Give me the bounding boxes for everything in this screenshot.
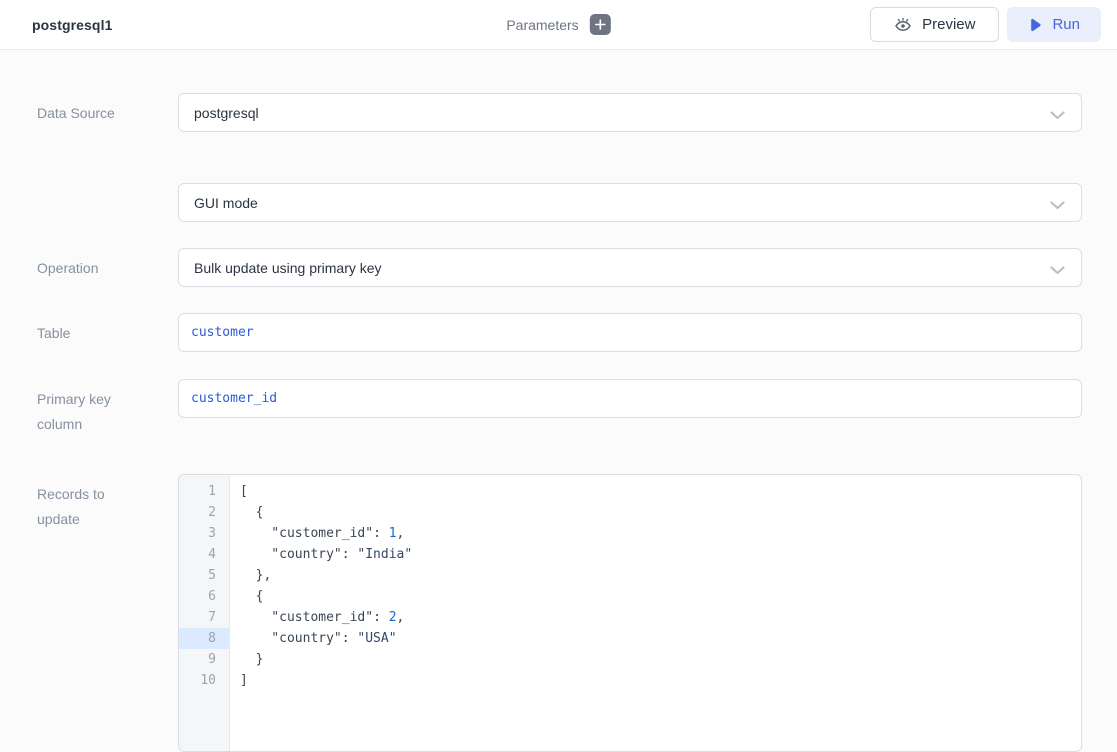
line-number: 3 [179,523,229,544]
code-line: { [240,502,1081,523]
records-row: Records to update 12345678910 [ { "custo… [37,474,1082,752]
data-source-label: Data Source [37,93,178,132]
code-line: "country": "USA" [240,628,1081,649]
header-actions: Preview Run [870,7,1101,42]
primary-key-label: Primary key column [37,379,178,437]
line-number: 2 [179,502,229,523]
line-number: 6 [179,586,229,607]
operation-row: Operation Bulk update using primary key [37,248,1082,287]
operation-label: Operation [37,248,178,287]
records-code-editor[interactable]: 12345678910 [ { "customer_id": 1, "count… [178,474,1082,752]
code-line: { [240,586,1081,607]
preview-button-label: Preview [922,16,975,33]
line-number: 4 [179,544,229,565]
mode-row: GUI mode [37,183,1082,222]
run-button[interactable]: Run [1007,7,1101,42]
eye-icon [894,17,912,32]
line-number: 10 [179,670,229,691]
table-input[interactable] [178,313,1082,352]
code-line: [ [240,481,1081,502]
data-source-value: postgresql [194,105,259,121]
parameters-label: Parameters [506,17,578,33]
parameters-section: Parameters [506,0,610,49]
code-line: "customer_id": 1, [240,523,1081,544]
chevron-down-icon [1050,107,1065,123]
code-line: "country": "India" [240,544,1081,565]
line-number: 8 [179,628,229,649]
query-header: postgresql1 Parameters Preview Run [0,0,1117,50]
mode-value: GUI mode [194,195,258,211]
mode-select[interactable]: GUI mode [178,183,1082,222]
primary-key-row: Primary key column [37,379,1082,437]
code-line: }, [240,565,1081,586]
table-row: Table [37,313,1082,352]
line-number: 1 [179,481,229,502]
query-editor-form: Data Source postgresql GUI mode Operatio… [0,50,1117,752]
operation-select[interactable]: Bulk update using primary key [178,248,1082,287]
play-icon [1028,18,1042,32]
line-number: 9 [179,649,229,670]
primary-key-input[interactable] [178,379,1082,418]
code-line: ] [240,670,1081,691]
chevron-down-icon [1050,197,1065,213]
table-label: Table [37,313,178,352]
editor-code[interactable]: [ { "customer_id": 1, "country": "India"… [230,475,1081,751]
add-parameter-button[interactable] [590,14,611,35]
mode-label [37,183,178,222]
query-title: postgresql1 [32,17,112,33]
code-line: } [240,649,1081,670]
operation-value: Bulk update using primary key [194,260,382,276]
records-label: Records to update [37,474,178,752]
line-number: 7 [179,607,229,628]
preview-button[interactable]: Preview [870,7,999,42]
code-line: "customer_id": 2, [240,607,1081,628]
run-button-label: Run [1052,16,1080,33]
editor-gutter: 12345678910 [179,475,230,751]
data-source-select[interactable]: postgresql [178,93,1082,132]
chevron-down-icon [1050,262,1065,278]
plus-icon [595,19,606,30]
data-source-row: Data Source postgresql [37,93,1082,132]
line-number: 5 [179,565,229,586]
